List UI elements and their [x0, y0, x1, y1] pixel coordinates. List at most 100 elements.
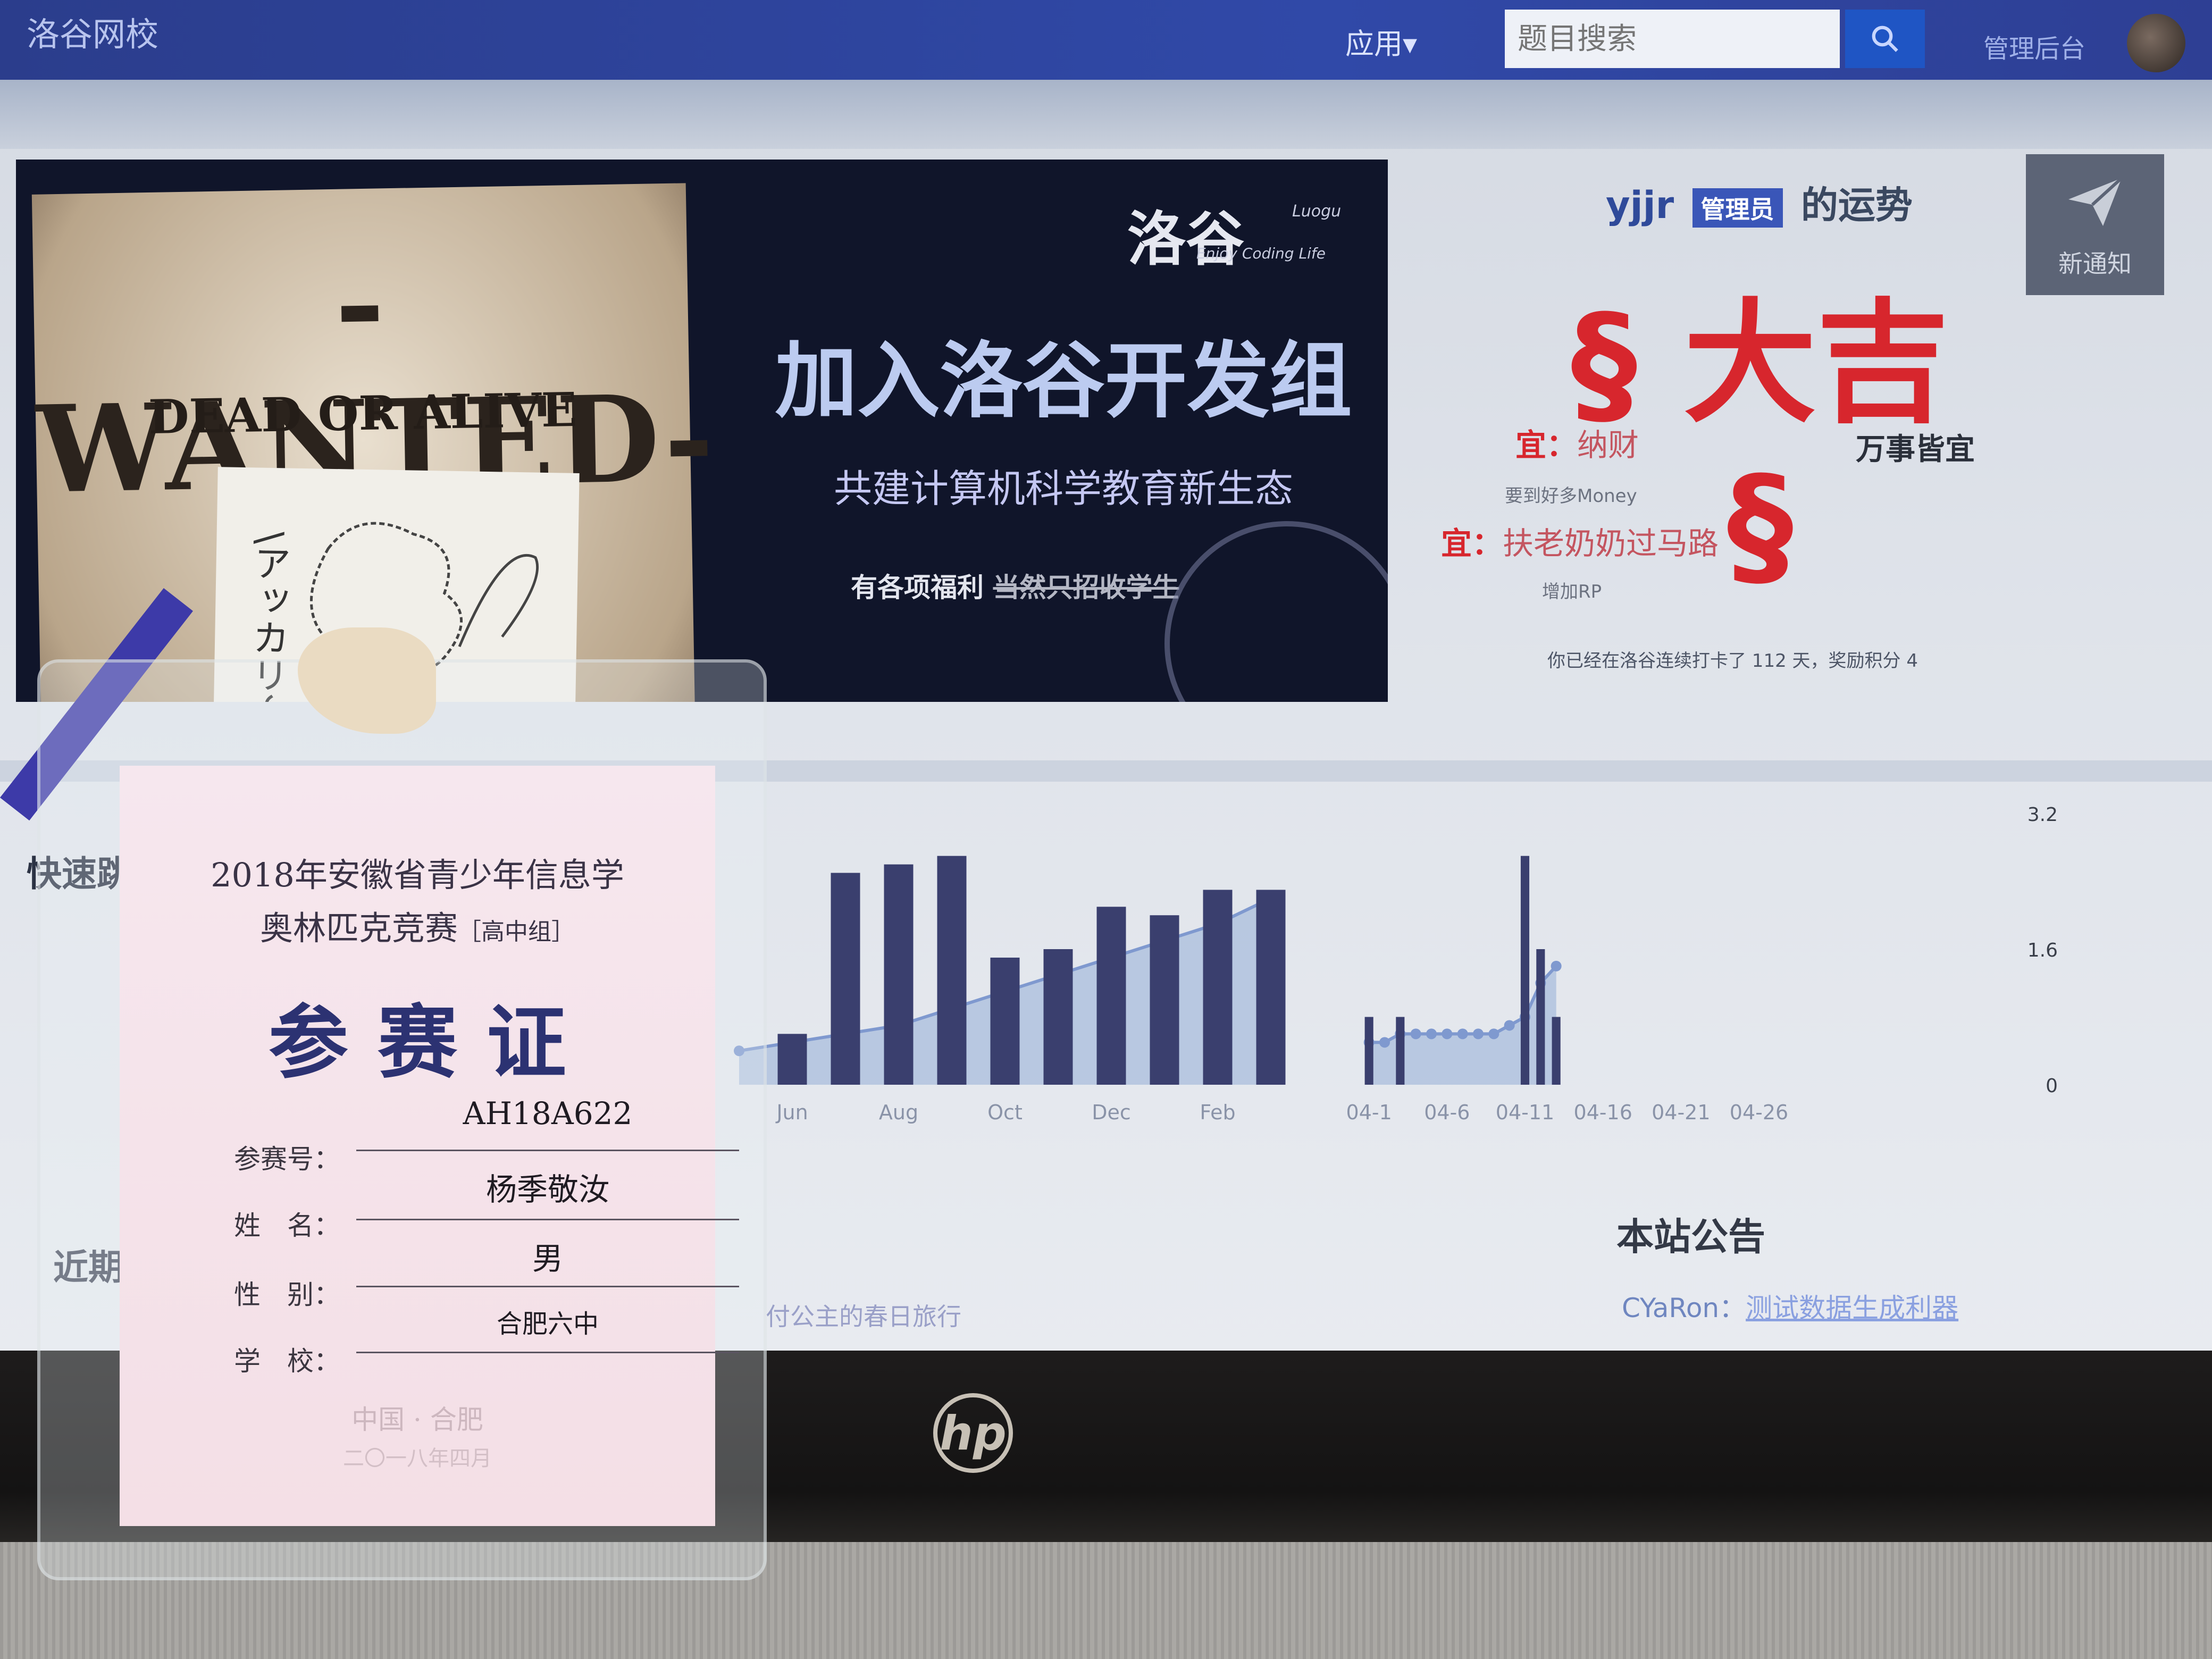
fortune-good-2: 宜：扶老奶奶过马路: [1441, 518, 1719, 563]
fortune-title: 的运势: [1800, 183, 1913, 227]
badge-gender-value: 男: [532, 1241, 563, 1277]
search-button[interactable]: [1845, 10, 1925, 68]
bar: [1096, 907, 1126, 1085]
badge-name-value: 杨季敬汝: [485, 1171, 609, 1208]
bar: [1203, 890, 1233, 1085]
paper-plane-icon: [2068, 177, 2123, 226]
x-tick-label: 04-6: [1424, 1101, 1470, 1124]
luogu-logo: 洛谷: [1127, 205, 1244, 273]
search-input[interactable]: [1505, 10, 1840, 68]
bar: [831, 873, 860, 1085]
badge-city: 中国 · 合肥: [351, 1404, 483, 1435]
badge-title: 参赛证: [268, 996, 596, 1090]
good-note: 增加RP: [1542, 581, 1602, 602]
banner-subheadline: 共建计算机科学教育新生态: [833, 466, 1293, 511]
perks-strikethrough: 当然只招收学生: [993, 572, 1179, 603]
badge-underline: [356, 1150, 739, 1151]
bar: [990, 957, 1020, 1085]
good-note: 要到好多Money: [1505, 485, 1637, 507]
bar: [1150, 915, 1179, 1085]
x-tick-label: Jun: [775, 1101, 808, 1124]
notice-prefix: CYaRon：: [1622, 1293, 1746, 1323]
hp-logo: hp: [933, 1393, 1013, 1473]
apps-menu[interactable]: 应用▾: [1345, 20, 1417, 62]
bar: [937, 856, 967, 1085]
banner-perks: 有各项福利 当然只招收学生: [851, 566, 1179, 605]
admin-badge: 管理员: [1692, 188, 1783, 228]
badge-no-value: AH18A622: [463, 1095, 633, 1132]
notice-link[interactable]: 测试数据生成利器: [1746, 1293, 1958, 1323]
contest-link[interactable]: 付公主的春日旅行: [766, 1297, 961, 1333]
x-tick-label: Oct: [987, 1101, 1023, 1124]
series-point: [1410, 1028, 1421, 1040]
good-value: 纳财: [1577, 427, 1639, 463]
x-tick-label: 04-1: [1346, 1101, 1392, 1124]
good-value: 扶老奶奶过马路: [1503, 525, 1719, 562]
good-label: 宜：: [1441, 525, 1503, 562]
checkin-status: 你已经在洛谷连续打卡了 112 天，奖励积分 4: [1547, 650, 1918, 672]
fortune-username[interactable]: yjjr: [1606, 183, 1674, 227]
bar: [1364, 1017, 1373, 1085]
badge-event-line2: 奥林匹克竞赛［高中组］: [120, 901, 715, 949]
site-name[interactable]: 洛谷网校: [27, 7, 158, 55]
fortune-good-1: 宜：纳财: [1515, 420, 1639, 465]
badge-underline: [356, 1352, 739, 1353]
badge-school-value: 合肥六中: [496, 1309, 599, 1339]
bar: [1256, 890, 1286, 1085]
badge-group: ［高中组］: [458, 918, 575, 945]
badge-name-label: 姓 名：: [234, 1210, 340, 1241]
good-label: 宜：: [1515, 427, 1578, 463]
series-point: [1504, 1020, 1515, 1031]
notify-label: 新通知: [2058, 249, 2132, 278]
seal-stamp-icon: [1164, 521, 1388, 702]
badge-underline: [356, 1286, 739, 1287]
series-point: [1379, 1037, 1390, 1048]
notice-title: 本站公告: [1616, 1215, 1765, 1259]
x-tick-label: 04-16: [1573, 1101, 1632, 1124]
x-tick-label: Aug: [879, 1101, 918, 1124]
badge-school-label: 学 校：: [234, 1346, 340, 1377]
poster-subtitle: DEAD OR ALIVE: [148, 382, 577, 445]
promo-banner[interactable]: -WANTED- DEAD OR ALIVE \アッカリ〜 洛谷 Luogu E…: [16, 160, 1388, 702]
contestant-badge: 2018年安徽省青少年信息学 奥林匹克竞赛［高中组］ 参赛证 参赛号： AH18…: [120, 766, 739, 1526]
badge-gender-label: 性 别：: [234, 1279, 340, 1310]
badge-no-label: 参赛号：: [234, 1144, 340, 1175]
activity-charts: Jun Aug Oct Dec Feb 04-1 04-6 04-11 04-16 04-21 04…: [734, 804, 2058, 1124]
badge-date: 二〇一八年四月: [343, 1446, 492, 1471]
y-tick-label: 0: [2046, 1075, 2058, 1097]
series-point: [1551, 960, 1562, 971]
logo-tagline: Enjoy Coding Life: [1196, 245, 1326, 262]
x-tick-label: Feb: [1200, 1101, 1235, 1124]
wanted-poster: -WANTED- DEAD OR ALIVE \アッカリ〜: [31, 183, 717, 702]
bar: [884, 864, 914, 1085]
search-icon: [1872, 26, 1898, 52]
x-tick-label: 04-26: [1730, 1101, 1788, 1124]
bar: [1552, 1017, 1561, 1085]
new-notification-button[interactable]: 新通知: [2026, 154, 2164, 295]
badge-event-name: 奥林匹克竞赛: [259, 909, 458, 948]
notice-item: CYaRon：测试数据生成利器: [1622, 1287, 1958, 1325]
admin-link[interactable]: 管理后台: [1983, 28, 2085, 65]
banner-headline: 加入洛谷开发组: [775, 333, 1352, 429]
y-tick-label: 3.2: [2027, 804, 2058, 826]
badge-underline: [356, 1219, 739, 1220]
series-point: [1473, 1028, 1484, 1040]
top-navbar: 洛谷网校 应用▾ 管理后台: [0, 0, 2212, 80]
fortune-all-good: 万事皆宜: [1856, 432, 1975, 467]
series-point: [1442, 1028, 1453, 1040]
page-header-strip: [0, 80, 2212, 149]
y-tick-label: 1.6: [2027, 940, 2058, 961]
bar: [777, 1034, 807, 1085]
series-point: [1426, 1028, 1437, 1040]
x-tick-label: Dec: [1092, 1101, 1131, 1124]
bar: [1043, 949, 1073, 1085]
perks-text: 有各项福利: [851, 572, 984, 603]
badge-event-line1: 2018年安徽省青少年信息学: [211, 856, 624, 894]
logo-latin: Luogu: [1292, 202, 1342, 221]
bar: [1536, 949, 1545, 1085]
bar: [1396, 1017, 1405, 1085]
fortune-header: yjjr 管理员 的运势: [1606, 175, 1913, 229]
user-avatar[interactable]: [2127, 14, 2185, 72]
bar: [1520, 856, 1530, 1085]
x-tick-label: 04-11: [1496, 1101, 1554, 1124]
